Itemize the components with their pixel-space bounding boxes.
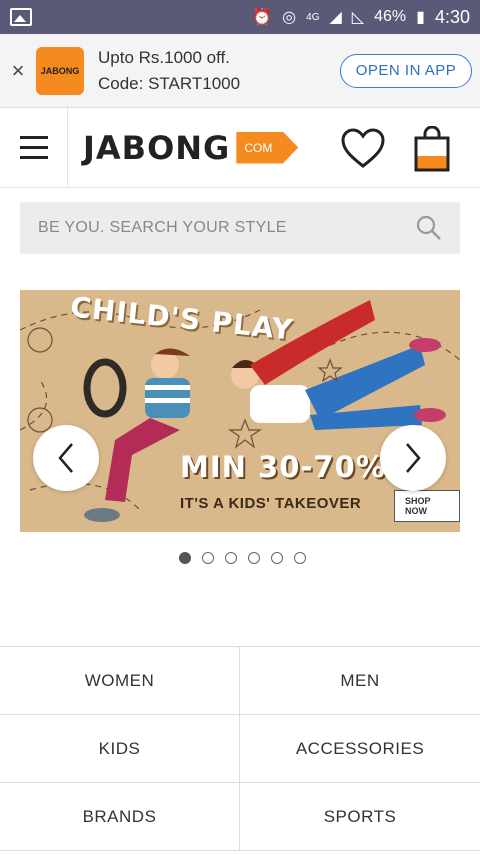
carousel-dot[interactable] bbox=[178, 552, 191, 564]
category-grid: WOMEN MEN KIDS ACCESSORIES BRANDS SPORTS bbox=[0, 646, 480, 851]
menu-icon[interactable] bbox=[0, 107, 68, 188]
no-signal-icon: ◺ bbox=[351, 9, 365, 26]
wishlist-heart-icon[interactable] bbox=[340, 128, 386, 170]
promo-text: Upto Rs.1000 off. Code: START1000 bbox=[98, 45, 240, 97]
carousel-dot[interactable] bbox=[247, 552, 260, 564]
status-bar: ⏰ ◎ 4G ◢ ◺ 46% ▮ 4:30 bbox=[0, 0, 480, 34]
app-install-banner: × JABONG Upto Rs.1000 off. Code: START10… bbox=[0, 34, 480, 108]
category-sports[interactable]: SPORTS bbox=[240, 783, 480, 850]
hero-offer: MIN 30-70% bbox=[180, 450, 386, 484]
shopping-bag-icon[interactable] bbox=[414, 126, 450, 172]
alarm-icon: ⏰ bbox=[252, 9, 273, 26]
brand-logo[interactable]: JABONG COM bbox=[83, 128, 299, 167]
open-in-app-button[interactable]: OPEN IN APP bbox=[340, 53, 472, 88]
category-row: WOMEN MEN bbox=[0, 647, 480, 715]
carousel-dot[interactable] bbox=[270, 552, 283, 564]
chevron-left-icon bbox=[58, 443, 73, 473]
carousel-dot[interactable] bbox=[293, 552, 306, 564]
hotspot-icon: ◎ bbox=[282, 9, 297, 26]
app-logo: JABONG bbox=[36, 46, 84, 95]
carousel-next-button[interactable] bbox=[380, 425, 446, 491]
search-bar[interactable]: BE YOU. SEARCH YOUR STYLE bbox=[20, 202, 460, 254]
category-men[interactable]: MEN bbox=[240, 647, 480, 714]
promo-line-1: Upto Rs.1000 off. bbox=[98, 47, 230, 67]
battery-icon: ▮ bbox=[416, 9, 425, 26]
site-header: JABONG COM bbox=[0, 107, 480, 188]
carousel-dot[interactable] bbox=[201, 552, 214, 564]
category-brands[interactable]: BRANDS bbox=[0, 783, 240, 850]
brand-name: JABONG bbox=[83, 128, 231, 167]
carousel-indicators bbox=[0, 552, 480, 564]
signal-icon: ◢ bbox=[329, 9, 342, 26]
gallery-notification-icon bbox=[10, 8, 32, 26]
category-women[interactable]: WOMEN bbox=[0, 647, 240, 714]
hero-subtitle: IT'S A KIDS' TAKEOVER bbox=[180, 495, 362, 512]
carousel-dot[interactable] bbox=[224, 552, 237, 564]
status-bar-right: ⏰ ◎ 4G ◢ ◺ 46% ▮ 4:30 bbox=[252, 7, 470, 28]
category-row: KIDS ACCESSORIES bbox=[0, 715, 480, 783]
clock: 4:30 bbox=[434, 6, 470, 27]
search-icon[interactable] bbox=[416, 215, 442, 241]
hero-banner[interactable]: CHILD'S PLAY MIN 30-70% IT'S A KIDS' TAK… bbox=[20, 290, 460, 532]
carousel-prev-button[interactable] bbox=[33, 425, 99, 491]
category-accessories[interactable]: ACCESSORIES bbox=[240, 715, 480, 782]
search-placeholder: BE YOU. SEARCH YOUR STYLE bbox=[38, 219, 287, 236]
brand-tag: COM bbox=[236, 131, 299, 164]
category-row: BRANDS SPORTS bbox=[0, 783, 480, 851]
battery-percent: 46% bbox=[374, 8, 407, 25]
chevron-right-icon bbox=[406, 443, 421, 473]
close-icon[interactable]: × bbox=[0, 58, 36, 84]
category-kids[interactable]: KIDS bbox=[0, 715, 240, 782]
network-type: 4G bbox=[306, 11, 320, 23]
shop-now-button[interactable]: SHOP NOW bbox=[394, 490, 460, 522]
promo-line-2: Code: START1000 bbox=[98, 73, 241, 93]
